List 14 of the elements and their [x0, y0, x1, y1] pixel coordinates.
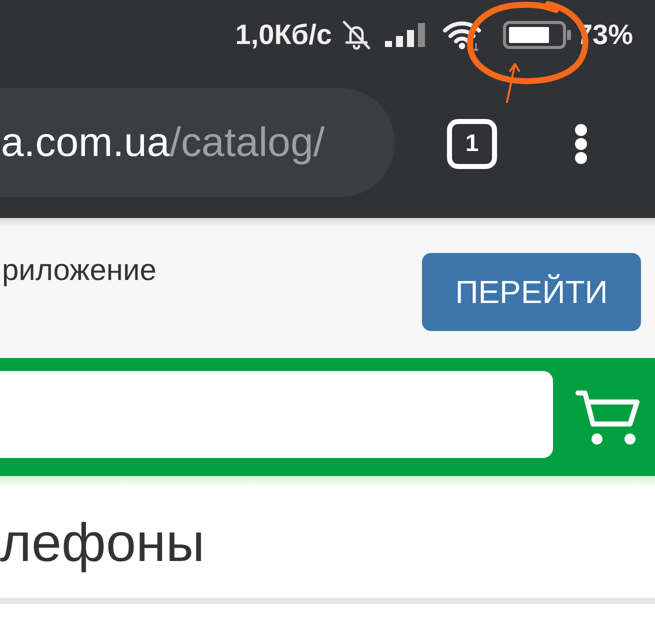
search-field[interactable] — [0, 371, 553, 458]
go-button[interactable]: ПЕРЕЙТИ — [422, 253, 641, 331]
url-field[interactable]: a.com.ua/catalog/ — [0, 88, 395, 197]
wifi-icon — [442, 19, 482, 51]
banner-text: риложение — [2, 253, 156, 289]
annotation-arrow — [506, 63, 520, 103]
page-title: лефоны — [0, 512, 205, 575]
battery-icon — [502, 21, 571, 49]
network-speed: 1,0Кб/с — [235, 19, 332, 51]
menu-icon[interactable] — [574, 123, 588, 165]
muted-bell-icon — [340, 20, 372, 50]
cart-icon[interactable] — [575, 388, 640, 445]
tab-count-button[interactable]: 1 — [447, 119, 497, 169]
signal-icon — [384, 23, 427, 47]
